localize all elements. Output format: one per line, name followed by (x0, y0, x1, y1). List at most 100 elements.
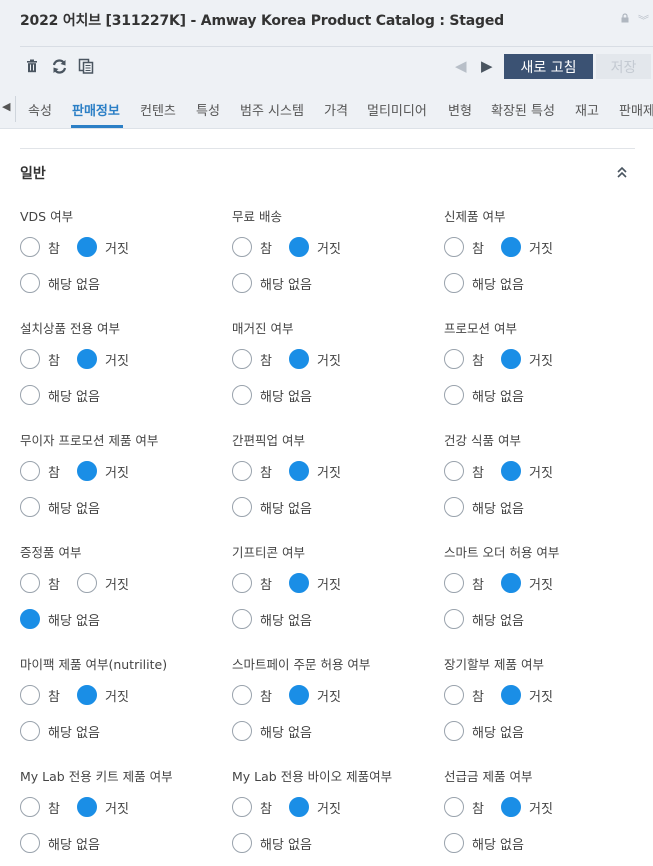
tab-price[interactable]: 가격 (324, 100, 348, 119)
radio-button[interactable] (77, 349, 97, 369)
radio-option-na[interactable]: 해당 없음 (232, 384, 312, 406)
radio-option-false[interactable]: 거짓 (77, 796, 129, 818)
radio-option-true[interactable]: 참 (20, 684, 60, 706)
radio-button[interactable] (20, 237, 40, 257)
tab-category-system[interactable]: 범주 시스템 (240, 100, 304, 119)
radio-option-false[interactable]: 거짓 (289, 684, 341, 706)
radio-option-false[interactable]: 거짓 (289, 236, 341, 258)
radio-option-true[interactable]: 참 (20, 460, 60, 482)
radio-option-na[interactable]: 해당 없음 (444, 384, 524, 406)
radio-option-na[interactable]: 해당 없음 (232, 496, 312, 518)
radio-button[interactable] (77, 685, 97, 705)
tab-scroll-left-icon[interactable]: ◀ (2, 100, 10, 113)
radio-option-true[interactable]: 참 (444, 348, 484, 370)
radio-button[interactable] (232, 461, 252, 481)
radio-button[interactable] (77, 797, 97, 817)
radio-button[interactable] (444, 349, 464, 369)
radio-option-na[interactable]: 해당 없음 (20, 832, 100, 854)
radio-button[interactable] (20, 721, 40, 741)
radio-button[interactable] (232, 685, 252, 705)
radio-button[interactable] (20, 573, 40, 593)
chevron-down-double-icon[interactable]: ︾ (638, 12, 649, 28)
radio-option-false[interactable]: 거짓 (501, 236, 553, 258)
radio-button[interactable] (444, 833, 464, 853)
radio-option-na[interactable]: 해당 없음 (444, 272, 524, 294)
radio-button[interactable] (77, 461, 97, 481)
tab-attributes[interactable]: 속성 (28, 100, 52, 119)
next-icon[interactable]: ▶ (481, 57, 493, 75)
radio-button[interactable] (444, 461, 464, 481)
radio-button[interactable] (501, 461, 521, 481)
tab-contents[interactable]: 컨텐츠 (140, 100, 176, 119)
radio-option-true[interactable]: 참 (20, 796, 60, 818)
radio-button[interactable] (20, 685, 40, 705)
radio-option-false[interactable]: 거짓 (289, 796, 341, 818)
radio-option-na[interactable]: 해당 없음 (20, 384, 100, 406)
radio-option-false[interactable]: 거짓 (501, 796, 553, 818)
tab-multimedia[interactable]: 멀티미디어 (367, 100, 427, 119)
radio-button[interactable] (232, 237, 252, 257)
radio-button[interactable] (501, 685, 521, 705)
radio-option-false[interactable]: 거짓 (77, 236, 129, 258)
radio-option-true[interactable]: 참 (444, 572, 484, 594)
radio-button[interactable] (20, 349, 40, 369)
tab-features[interactable]: 특성 (196, 100, 220, 119)
radio-option-na[interactable]: 해당 없음 (232, 720, 312, 742)
copy-icon[interactable] (76, 56, 96, 76)
radio-button[interactable] (444, 797, 464, 817)
radio-button[interactable] (444, 721, 464, 741)
radio-option-true[interactable]: 참 (444, 684, 484, 706)
delete-icon[interactable] (22, 56, 42, 76)
radio-button[interactable] (232, 385, 252, 405)
radio-option-true[interactable]: 참 (20, 236, 60, 258)
radio-option-false[interactable]: 거짓 (289, 348, 341, 370)
radio-button[interactable] (20, 273, 40, 293)
radio-option-false[interactable]: 거짓 (77, 348, 129, 370)
radio-button[interactable] (289, 573, 309, 593)
radio-option-false[interactable]: 거짓 (501, 684, 553, 706)
radio-option-false[interactable]: 거짓 (77, 460, 129, 482)
radio-option-na[interactable]: 해당 없음 (20, 496, 100, 518)
radio-button[interactable] (501, 237, 521, 257)
radio-option-true[interactable]: 참 (444, 796, 484, 818)
tab-extended-attributes[interactable]: 확장된 특성 (491, 100, 555, 119)
radio-option-na[interactable]: 해당 없음 (20, 720, 100, 742)
radio-option-false[interactable]: 거짓 (289, 460, 341, 482)
radio-button[interactable] (289, 461, 309, 481)
radio-option-na[interactable]: 해당 없음 (20, 608, 100, 630)
radio-button[interactable] (444, 573, 464, 593)
radio-option-true[interactable]: 참 (232, 348, 272, 370)
radio-button[interactable] (444, 685, 464, 705)
radio-button[interactable] (232, 797, 252, 817)
radio-button[interactable] (289, 797, 309, 817)
radio-option-true[interactable]: 참 (20, 572, 60, 594)
radio-button[interactable] (77, 573, 97, 593)
previous-icon[interactable]: ◀ (455, 57, 467, 75)
radio-button[interactable] (20, 833, 40, 853)
radio-button[interactable] (232, 273, 252, 293)
chevron-up-double-icon[interactable] (615, 165, 629, 179)
radio-button[interactable] (232, 833, 252, 853)
radio-button[interactable] (20, 797, 40, 817)
radio-option-true[interactable]: 참 (232, 460, 272, 482)
radio-option-false[interactable]: 거짓 (289, 572, 341, 594)
radio-button[interactable] (501, 573, 521, 593)
lock-icon[interactable] (620, 13, 630, 23)
radio-option-true[interactable]: 참 (232, 796, 272, 818)
radio-button[interactable] (501, 349, 521, 369)
radio-button[interactable] (289, 685, 309, 705)
radio-button[interactable] (232, 609, 252, 629)
radio-option-na[interactable]: 해당 없음 (444, 608, 524, 630)
radio-option-na[interactable]: 해당 없음 (444, 496, 524, 518)
radio-option-false[interactable]: 거짓 (501, 460, 553, 482)
radio-button[interactable] (289, 237, 309, 257)
radio-option-false[interactable]: 거짓 (501, 348, 553, 370)
radio-option-true[interactable]: 참 (232, 684, 272, 706)
radio-option-na[interactable]: 해당 없음 (444, 720, 524, 742)
radio-option-true[interactable]: 참 (444, 236, 484, 258)
tab-variants[interactable]: 변형 (448, 100, 472, 119)
radio-button[interactable] (444, 273, 464, 293)
radio-button[interactable] (20, 385, 40, 405)
radio-button[interactable] (444, 497, 464, 517)
radio-option-false[interactable]: 거짓 (77, 684, 129, 706)
